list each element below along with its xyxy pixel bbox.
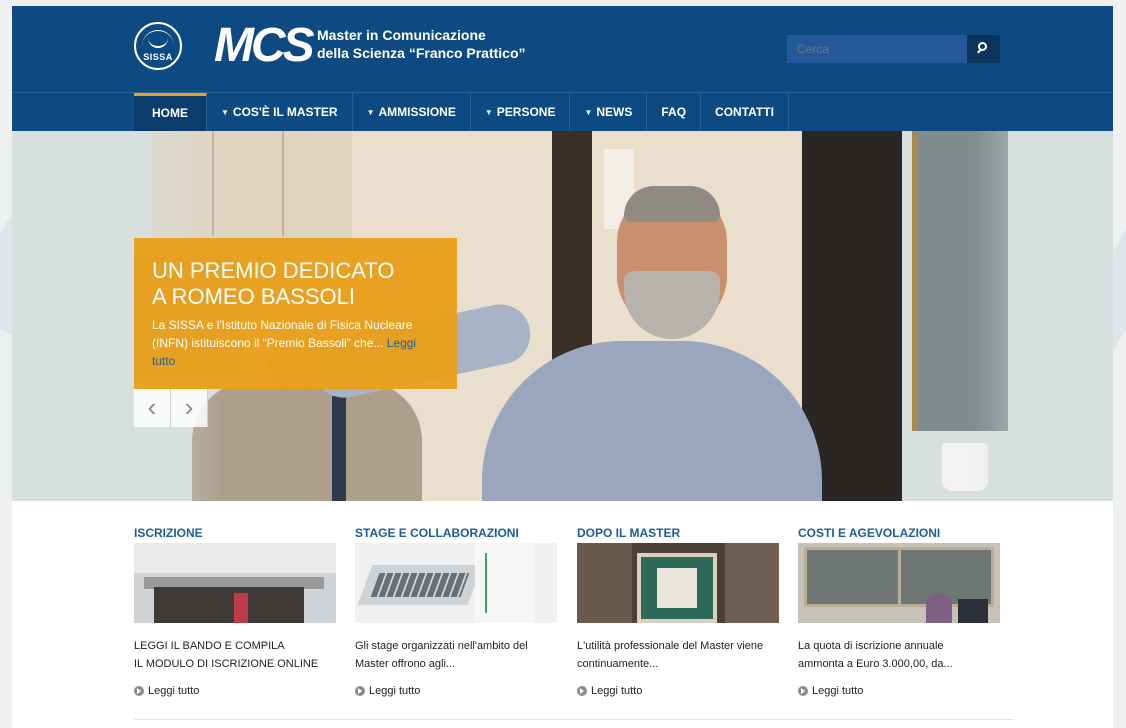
hero-title-line1: UN PREMIO DEDICATO (152, 258, 395, 283)
read-more-link[interactable]: Leggi tutto (577, 685, 779, 697)
column-text-line1: LEGGI IL BANDO E COMPILA (134, 640, 285, 652)
image-crowd-left (577, 543, 632, 623)
column-image[interactable] (355, 543, 557, 623)
hero-text: La SISSA e l'Istituto Nazionale di Fisic… (152, 316, 439, 370)
hero-title-line2: A ROMEO BASSOLI (152, 284, 355, 309)
column-image[interactable] (798, 543, 1000, 623)
nav-item-label: NEWS (596, 105, 633, 119)
column-title[interactable]: ISCRIZIONE (134, 525, 336, 541)
cabinet-door-line (282, 131, 284, 236)
prev-slide-icon[interactable]: ‹ (134, 389, 171, 427)
content-area: ISCRIZIONE LEGGI IL BANDO E COMPILA IL M… (12, 501, 1113, 728)
hero-photo-person-left (192, 381, 422, 501)
arrow-bullet-icon (355, 686, 365, 696)
column-image[interactable] (577, 543, 779, 623)
column-text-line1: L'utilità professionale del Master viene (577, 640, 764, 652)
image-crowd-right (725, 543, 779, 623)
column-title[interactable]: STAGE E COLLABORAZIONI (355, 525, 557, 541)
slider-arrows: ‹ › (134, 389, 208, 427)
image-person-dark (958, 599, 988, 623)
image-stairwell-center (657, 568, 697, 608)
hero-photo-hair (624, 186, 720, 222)
column-text: La quota di iscrizione annuale ammonta a… (798, 637, 1000, 673)
sissa-logo[interactable]: SISSA (134, 22, 182, 70)
nav-item-label: COS'È IL MASTER (232, 105, 338, 119)
read-more-link[interactable]: Leggi tutto (798, 685, 1000, 697)
nav-item[interactable]: ▼ AMMISSIONE (353, 93, 471, 132)
column-text-line2: continuamente... (577, 658, 659, 670)
page: SISSA MCS Master in Comunicazione della … (0, 0, 1126, 728)
read-more-link[interactable]: Leggi tutto (355, 685, 557, 697)
chevron-down-icon: ▼ (366, 108, 375, 117)
image-wire (485, 553, 487, 613)
read-more-label: Leggi tutto (591, 685, 643, 697)
arrow-bullet-icon (134, 686, 144, 696)
nav-item[interactable]: HOME (134, 93, 207, 132)
column-costi: COSTI E AGEVOLAZIONI La quota di iscrizi… (798, 525, 1000, 697)
column-text-line2: IL MODULO DI ISCRIZIONE ONLINE (134, 658, 319, 670)
column-text: L'utilità professionale del Master viene… (577, 637, 779, 673)
nav-item-label: HOME (152, 106, 188, 120)
column-text: Gli stage organizzati nell'ambito del Ma… (355, 637, 557, 673)
search-button[interactable] (967, 35, 1000, 63)
hero-title[interactable]: UN PREMIO DEDICATO A ROMEO BASSOLI (152, 258, 439, 310)
mcs-logo[interactable]: MCS (214, 20, 315, 72)
column-text-line2: ammonta a Euro 3.000,00, da... (798, 658, 953, 670)
arrow-bullet-icon (798, 686, 808, 696)
hero-photo-tie (332, 396, 346, 501)
image-hand (475, 543, 535, 623)
hero-fade-right (973, 131, 1113, 501)
column-text-line2: Master offrono agli... (355, 658, 456, 670)
chevron-down-icon: ▼ (584, 108, 593, 117)
next-slide-icon[interactable]: › (171, 389, 208, 427)
nav-item-label: CONTATTI (715, 105, 774, 119)
search-icon-handle (977, 48, 982, 54)
hero-text-body: La SISSA e l'Istituto Nazionale di Fisic… (152, 318, 413, 350)
image-person (926, 593, 952, 623)
hero-caption: UN PREMIO DEDICATO A ROMEO BASSOLI La SI… (134, 238, 457, 389)
nav-item[interactable]: ▼ NEWS (570, 93, 648, 132)
image-people (154, 587, 304, 623)
image-board-divider (898, 547, 901, 607)
subtitle-line1: Master in Comunicazione (317, 27, 486, 43)
chevron-down-icon: ▼ (484, 108, 493, 117)
nav-item-label: FAQ (661, 105, 687, 119)
column-text-line1: La quota di iscrizione annuale (798, 640, 944, 652)
nav-item-label: AMMISSIONE (378, 105, 456, 119)
nav-item[interactable]: CONTATTI (701, 93, 789, 132)
nav-item-label: PERSONE (496, 105, 556, 119)
column-title[interactable]: COSTI E AGEVOLAZIONI (798, 525, 1000, 541)
image-person-red (234, 593, 248, 623)
site-subtitle: Master in Comunicazione della Scienza “F… (317, 26, 526, 62)
column-iscrizione: ISCRIZIONE LEGGI IL BANDO E COMPILA IL M… (134, 525, 336, 697)
chevron-down-icon: ▼ (221, 108, 229, 117)
subtitle-line2: della Scienza “Franco Prattico” (317, 45, 526, 61)
nav-items: HOME ▼ COS'È IL MASTER ▼ AMMISSIONE ▼ PERSONE ▼… (134, 93, 789, 132)
nav-item[interactable]: FAQ (647, 93, 702, 132)
read-more-link[interactable]: Leggi tutto (134, 685, 336, 697)
read-more-label: Leggi tutto (148, 685, 200, 697)
column-stage: STAGE E COLLABORAZIONI Gli stage organiz… (355, 525, 557, 697)
nav-item[interactable]: ▼ COS'È IL MASTER (207, 93, 353, 132)
column-dopo-master: DOPO IL MASTER L'utilità professionale d… (577, 525, 779, 697)
column-text-line1: Gli stage organizzati nell'ambito del (355, 640, 528, 652)
arrow-bullet-icon (577, 686, 587, 696)
site-header: SISSA MCS Master in Comunicazione della … (12, 6, 1113, 92)
image-ceiling (134, 543, 336, 573)
column-text: LEGGI IL BANDO E COMPILA IL MODULO DI IS… (134, 637, 336, 673)
read-more-label: Leggi tutto (812, 685, 864, 697)
nav-item[interactable]: ▼ PERSONE (471, 93, 571, 132)
main-nav: HOME ▼ COS'È IL MASTER ▼ AMMISSIONE ▼ PERSONE ▼… (12, 92, 1113, 132)
logo-text: SISSA (143, 52, 173, 62)
image-keys (370, 573, 470, 597)
footer-divider (134, 719, 1014, 720)
column-title[interactable]: DOPO IL MASTER (577, 525, 779, 541)
column-image[interactable] (134, 543, 336, 623)
read-more-label: Leggi tutto (369, 685, 421, 697)
search-input[interactable] (787, 35, 967, 63)
